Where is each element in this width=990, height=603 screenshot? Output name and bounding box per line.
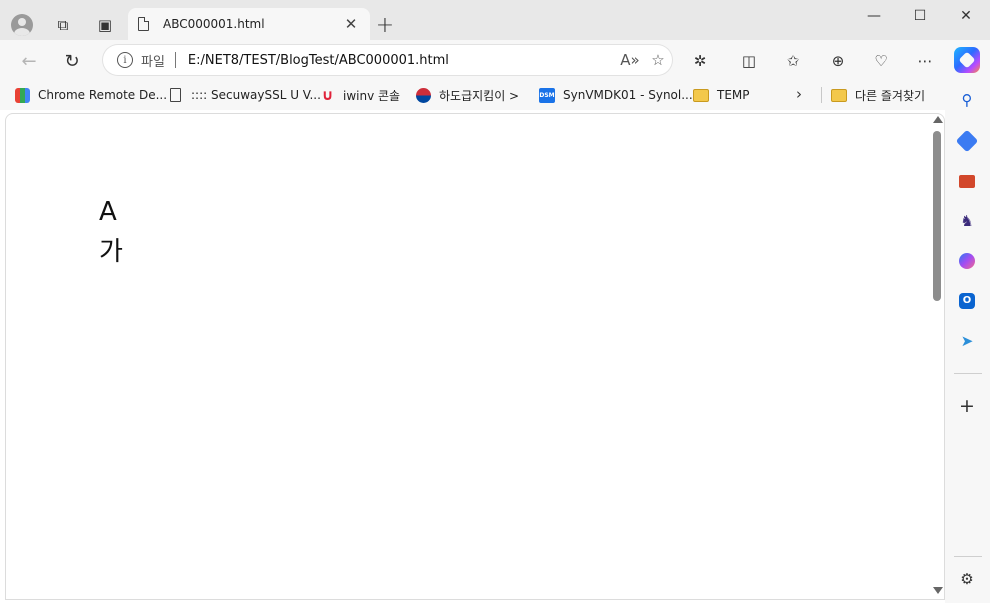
read-aloud-icon[interactable]: A»: [616, 51, 644, 69]
back-button[interactable]: ←: [15, 47, 43, 75]
page-icon: [170, 88, 181, 102]
games-icon[interactable]: ♞: [956, 210, 978, 232]
workspaces-icon[interactable]: ⧉: [50, 12, 76, 38]
favorite-label: iwinv 콘솔: [343, 88, 401, 103]
profile-avatar-icon[interactable]: [11, 14, 33, 36]
folder-icon: [831, 88, 847, 102]
favorite-label: 하도급지킴이 >: [439, 88, 520, 103]
address-separator: [174, 52, 176, 68]
send-icon[interactable]: ➤: [956, 330, 978, 352]
gear-icon[interactable]: ⚙: [956, 568, 978, 590]
favorite-item-secuwayssl[interactable]: :::: SecuwaySSL U V...: [170, 86, 321, 104]
more-menu-icon[interactable]: ⋯: [911, 48, 939, 74]
browser-essentials-icon[interactable]: ♡: [867, 48, 895, 74]
taeguk-icon: [416, 87, 431, 103]
extensions-icon[interactable]: ✲: [686, 48, 714, 74]
folder-icon: [693, 88, 709, 102]
iwinv-icon: ∪: [321, 85, 334, 104]
tab-actions-icon[interactable]: ▣: [92, 12, 118, 38]
scroll-down-arrow-icon[interactable]: [933, 587, 943, 594]
scroll-up-arrow-icon[interactable]: [933, 116, 943, 123]
address-scheme: 파일: [141, 54, 165, 70]
favorites-bar: Chrome Remote De... :::: SecuwaySSL U V.…: [0, 80, 945, 110]
favorite-item-temp[interactable]: TEMP: [693, 86, 750, 104]
add-sidebar-app-icon[interactable]: +: [956, 395, 978, 417]
favorite-item-other-favorites[interactable]: 다른 즐겨찾기: [831, 86, 925, 104]
tools-icon[interactable]: [956, 170, 978, 192]
scroll-thumb[interactable]: [933, 131, 941, 301]
maximize-button[interactable]: ☐: [897, 4, 943, 28]
address-bar[interactable]: i 파일 E:/NET8/TEST/BlogTest/ABC000001.htm…: [103, 45, 672, 75]
favorites-icon[interactable]: ✩: [779, 48, 807, 74]
split-screen-icon[interactable]: ◫: [735, 48, 763, 74]
favorites-divider: [821, 87, 822, 103]
tab-strip: ⧉ ▣ ABC000001.html ✕ + — ☐ ✕: [0, 0, 990, 40]
shopping-tag-icon[interactable]: [955, 129, 979, 153]
vertical-scrollbar[interactable]: [930, 116, 944, 600]
microsoft-365-icon[interactable]: [956, 250, 978, 272]
favorite-label: SynVMDK01 - Synol...: [563, 88, 693, 102]
favorite-label: Chrome Remote De...: [38, 88, 168, 102]
content-line-ga: 가: [99, 237, 123, 267]
tab-abc000001[interactable]: ABC000001.html ✕: [128, 8, 370, 40]
dsm-icon: DSM: [539, 87, 555, 103]
minimize-button[interactable]: —: [851, 4, 897, 28]
info-icon[interactable]: i: [117, 52, 133, 68]
page-icon: [138, 17, 149, 31]
copilot-icon[interactable]: [954, 47, 980, 73]
tab-close-icon[interactable]: ✕: [342, 15, 360, 33]
sidebar-separator: [954, 373, 982, 374]
favorite-item-iwinv[interactable]: ∪ iwinv 콘솔: [320, 86, 400, 104]
favorite-label: 다른 즐겨찾기: [855, 88, 926, 103]
address-url[interactable]: E:/NET8/TEST/BlogTest/ABC000001.html: [188, 53, 616, 68]
favorite-item-hadogeup[interactable]: 하도급지킴이 >: [416, 86, 519, 104]
tab-title: ABC000001.html: [163, 17, 265, 31]
favorite-label: :::: SecuwaySSL U V...: [191, 88, 321, 102]
collections-icon[interactable]: ⊕: [824, 48, 852, 74]
page-viewport: A 가: [5, 113, 945, 600]
toolbar: ← ↻ i 파일 E:/NET8/TEST/BlogTest/ABC000001…: [0, 40, 990, 80]
refresh-button[interactable]: ↻: [58, 47, 86, 75]
outlook-icon[interactable]: O: [956, 290, 978, 312]
close-window-button[interactable]: ✕: [943, 4, 989, 28]
new-tab-button[interactable]: +: [372, 12, 398, 38]
search-icon[interactable]: ⚲: [956, 89, 978, 111]
favorite-item-synvmdk01[interactable]: DSM SynVMDK01 - Synol...: [539, 86, 693, 104]
page-content: A 가: [99, 192, 123, 272]
chevron-right-icon[interactable]: ›: [796, 85, 802, 103]
sidebar-separator: [954, 556, 982, 557]
favorite-item-chrome-remote[interactable]: Chrome Remote De...: [15, 86, 167, 104]
content-line-a: A: [99, 197, 117, 227]
chrome-remote-desktop-icon: [15, 87, 30, 103]
favorite-star-icon[interactable]: ☆: [644, 51, 672, 69]
favorite-label: TEMP: [717, 88, 750, 102]
edge-sidebar: ⚲ ♞ O ➤ + ⚙: [945, 80, 990, 603]
